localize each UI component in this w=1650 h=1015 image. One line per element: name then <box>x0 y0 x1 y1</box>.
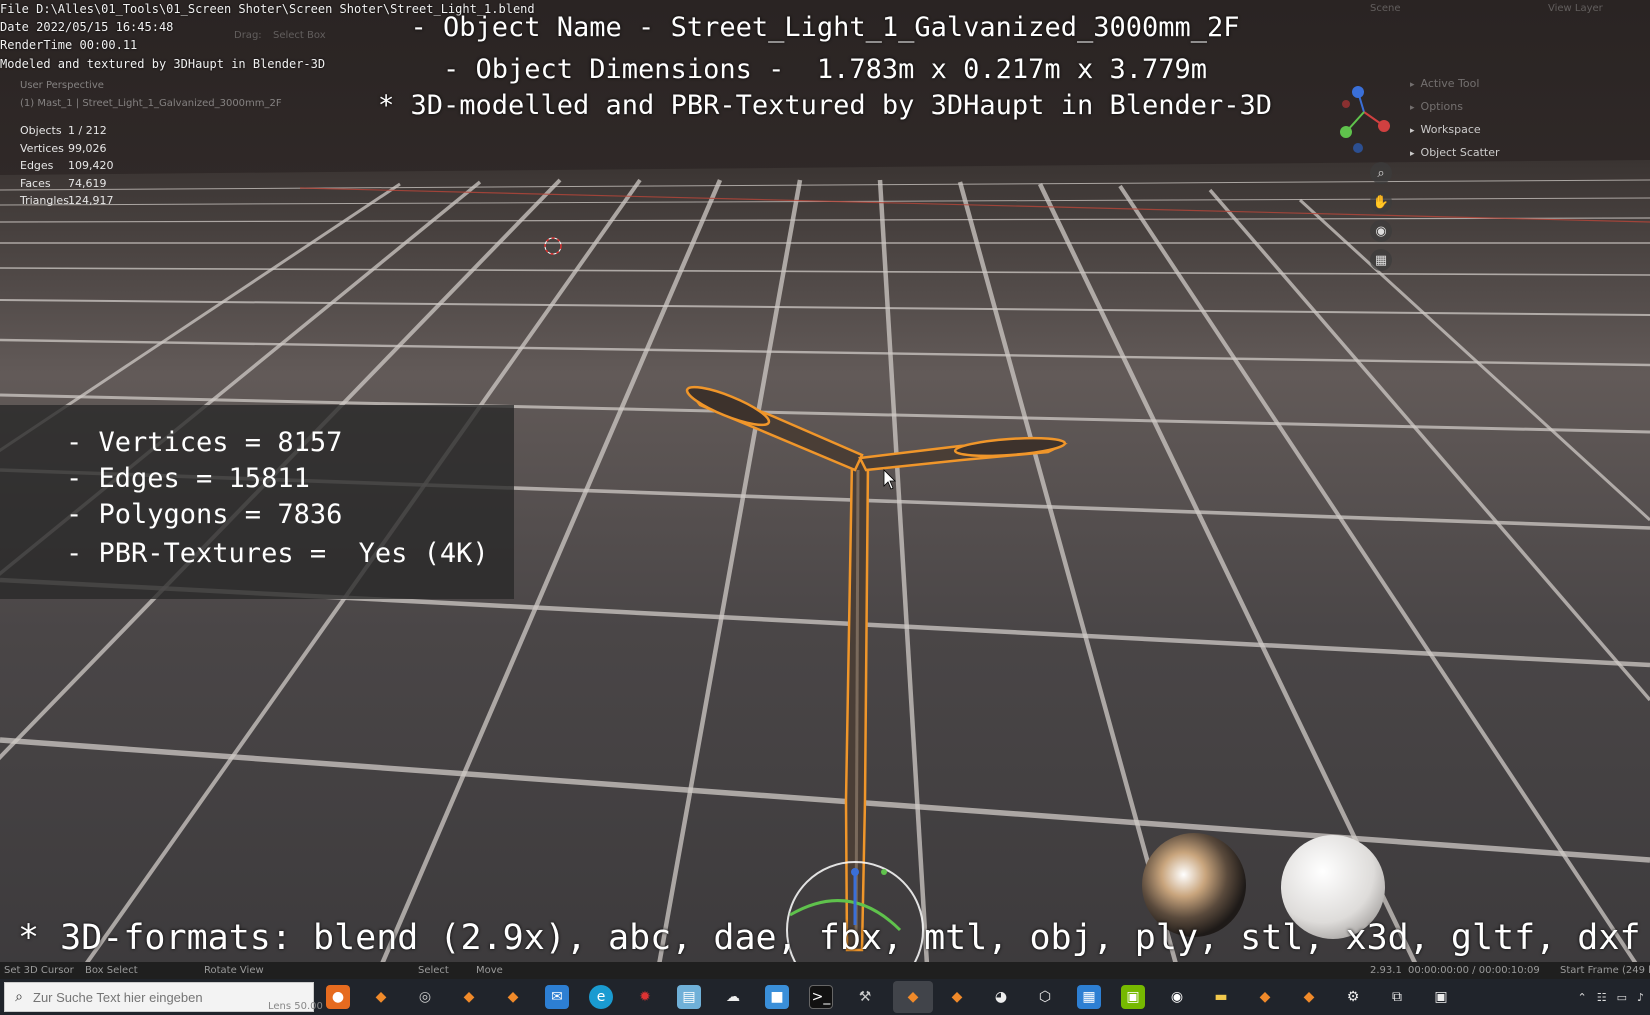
object-name-title: - Object Name - Street_Light_1_Galvanize… <box>410 12 1240 43</box>
calendar-icon[interactable]: ▦ <box>1077 985 1101 1009</box>
scene-statistics: Objects 1 / 212 Vertices 99,026 Edges 109,4… <box>20 122 128 210</box>
settings-gear-icon[interactable]: ⚙ <box>1341 985 1365 1009</box>
lens-readout: Lens 50.00 <box>268 1001 323 1012</box>
app-window-icon[interactable]: ▣ <box>1429 985 1453 1009</box>
object-dimensions-title: - Object Dimensions - 1.783m x 0.217m x … <box>442 54 1207 85</box>
blender-version: 2.93.1 <box>1370 965 1402 976</box>
stat-key: Faces <box>20 176 51 190</box>
cube-icon[interactable]: ⬡ <box>1033 985 1057 1009</box>
stat-value: 109,420 <box>68 159 114 173</box>
stat-row: Triangles 124,917 <box>20 192 128 210</box>
chevron-up-icon[interactable]: ⌃ <box>1577 991 1586 1004</box>
blender-active-icon[interactable]: ◆ <box>893 981 933 1013</box>
pan-hand-icon[interactable]: ✋ <box>1370 191 1392 213</box>
start-frame-label: Start Frame (249 le <box>1560 965 1650 976</box>
side-panel-options[interactable]: Options <box>1410 100 1463 113</box>
export-formats: * 3D-formats: blend (2.9x), abc, dae, fb… <box>18 918 1641 958</box>
vertices-count: - Vertices = 8157 <box>66 427 343 458</box>
folder-icon[interactable]: ▬ <box>1209 985 1233 1009</box>
network-icon[interactable]: ☷ <box>1597 991 1607 1004</box>
stat-row: Edges 109,420 <box>20 157 128 175</box>
panda-icon[interactable]: ◕ <box>989 985 1013 1009</box>
pbr-textures-info: - PBR-Textures = Yes (4K) <box>66 538 489 569</box>
app-blue-icon[interactable]: ■ <box>765 985 789 1009</box>
battery-icon[interactable]: ▭ <box>1617 991 1627 1004</box>
app-window-icon[interactable]: ⧉ <box>1385 985 1409 1009</box>
terminal-icon[interactable]: >_ <box>809 985 833 1009</box>
side-panel-object-scatter[interactable]: Object Scatter <box>1410 146 1500 159</box>
status-bar: Set 3D Cursor Box Select Rotate View Sel… <box>0 962 1650 979</box>
grid-view-icon[interactable]: ▦ <box>1370 249 1392 271</box>
status-select: Select <box>418 965 449 976</box>
edge-browser-icon[interactable]: e <box>589 985 613 1009</box>
stat-row: Objects 1 / 212 <box>20 122 128 140</box>
app-red-icon[interactable]: ✹ <box>633 985 657 1009</box>
blender-icon[interactable]: ◆ <box>501 985 525 1009</box>
app-tool-icon[interactable]: ⚒ <box>853 985 877 1009</box>
stat-key: Objects <box>20 124 62 138</box>
status-set-cursor: Set 3D Cursor <box>4 965 74 976</box>
stat-value: 99,026 <box>68 141 107 155</box>
stat-row: Vertices 99,026 <box>20 140 128 158</box>
status-box-select: Box Select <box>85 965 138 976</box>
nvidia-icon[interactable]: ▣ <box>1121 985 1145 1009</box>
system-tray: ⌃ ☷ ▭ ♪ <box>1577 979 1650 1015</box>
side-panel-active-tool[interactable]: Active Tool <box>1410 77 1480 90</box>
stat-key: Triangles <box>20 194 69 208</box>
stat-value: 124,917 <box>68 194 114 208</box>
mail-icon[interactable]: ✉ <box>545 985 569 1009</box>
search-input[interactable] <box>33 989 293 1005</box>
app-circle-icon[interactable]: ◉ <box>1165 985 1189 1009</box>
blender-icon[interactable]: ◆ <box>457 985 481 1009</box>
blender-icon[interactable]: ◆ <box>945 985 969 1009</box>
camera-icon[interactable]: ◉ <box>1370 220 1392 242</box>
stat-value: 1 / 212 <box>68 124 107 138</box>
app-cloud-icon[interactable]: ☁ <box>721 985 745 1009</box>
blender-icon[interactable]: ◆ <box>1297 985 1321 1009</box>
credits-title: * 3D-modelled and PBR-Textured by 3DHaup… <box>377 90 1273 121</box>
notes-icon[interactable]: ▤ <box>677 985 701 1009</box>
firefox-icon[interactable]: ● <box>326 985 350 1009</box>
stat-value: 74,619 <box>68 176 107 190</box>
blender-icon[interactable]: ◆ <box>369 985 393 1009</box>
obs-icon[interactable]: ◎ <box>413 985 437 1009</box>
side-panel-workspace[interactable]: Workspace <box>1410 123 1481 136</box>
blender-icon[interactable]: ◆ <box>1253 985 1277 1009</box>
stat-key: Edges <box>20 159 54 173</box>
taskbar: ⌕ Lens 50.00 ● ◆ ◎ ◆ ◆ ✉ e ✹ ▤ ☁ ■ >_ ⚒ … <box>0 979 1650 1015</box>
3d-viewport[interactable]: Drag: Select Box Scene View Layer File D… <box>0 0 1650 1015</box>
zoom-icon[interactable]: ⌕ <box>1370 162 1392 184</box>
status-move: Move <box>476 965 503 976</box>
timeline-timecode: 00:00:00:00 / 00:00:10:09 <box>1408 965 1540 976</box>
status-rotate-view: Rotate View <box>204 965 264 976</box>
stat-key: Vertices <box>20 141 64 155</box>
polygons-count: - Polygons = 7836 <box>66 499 343 530</box>
stat-row: Faces 74,619 <box>20 175 128 193</box>
edges-count: - Edges = 15811 <box>66 463 310 494</box>
search-icon: ⌕ <box>15 989 23 1005</box>
volume-icon[interactable]: ♪ <box>1637 991 1644 1004</box>
